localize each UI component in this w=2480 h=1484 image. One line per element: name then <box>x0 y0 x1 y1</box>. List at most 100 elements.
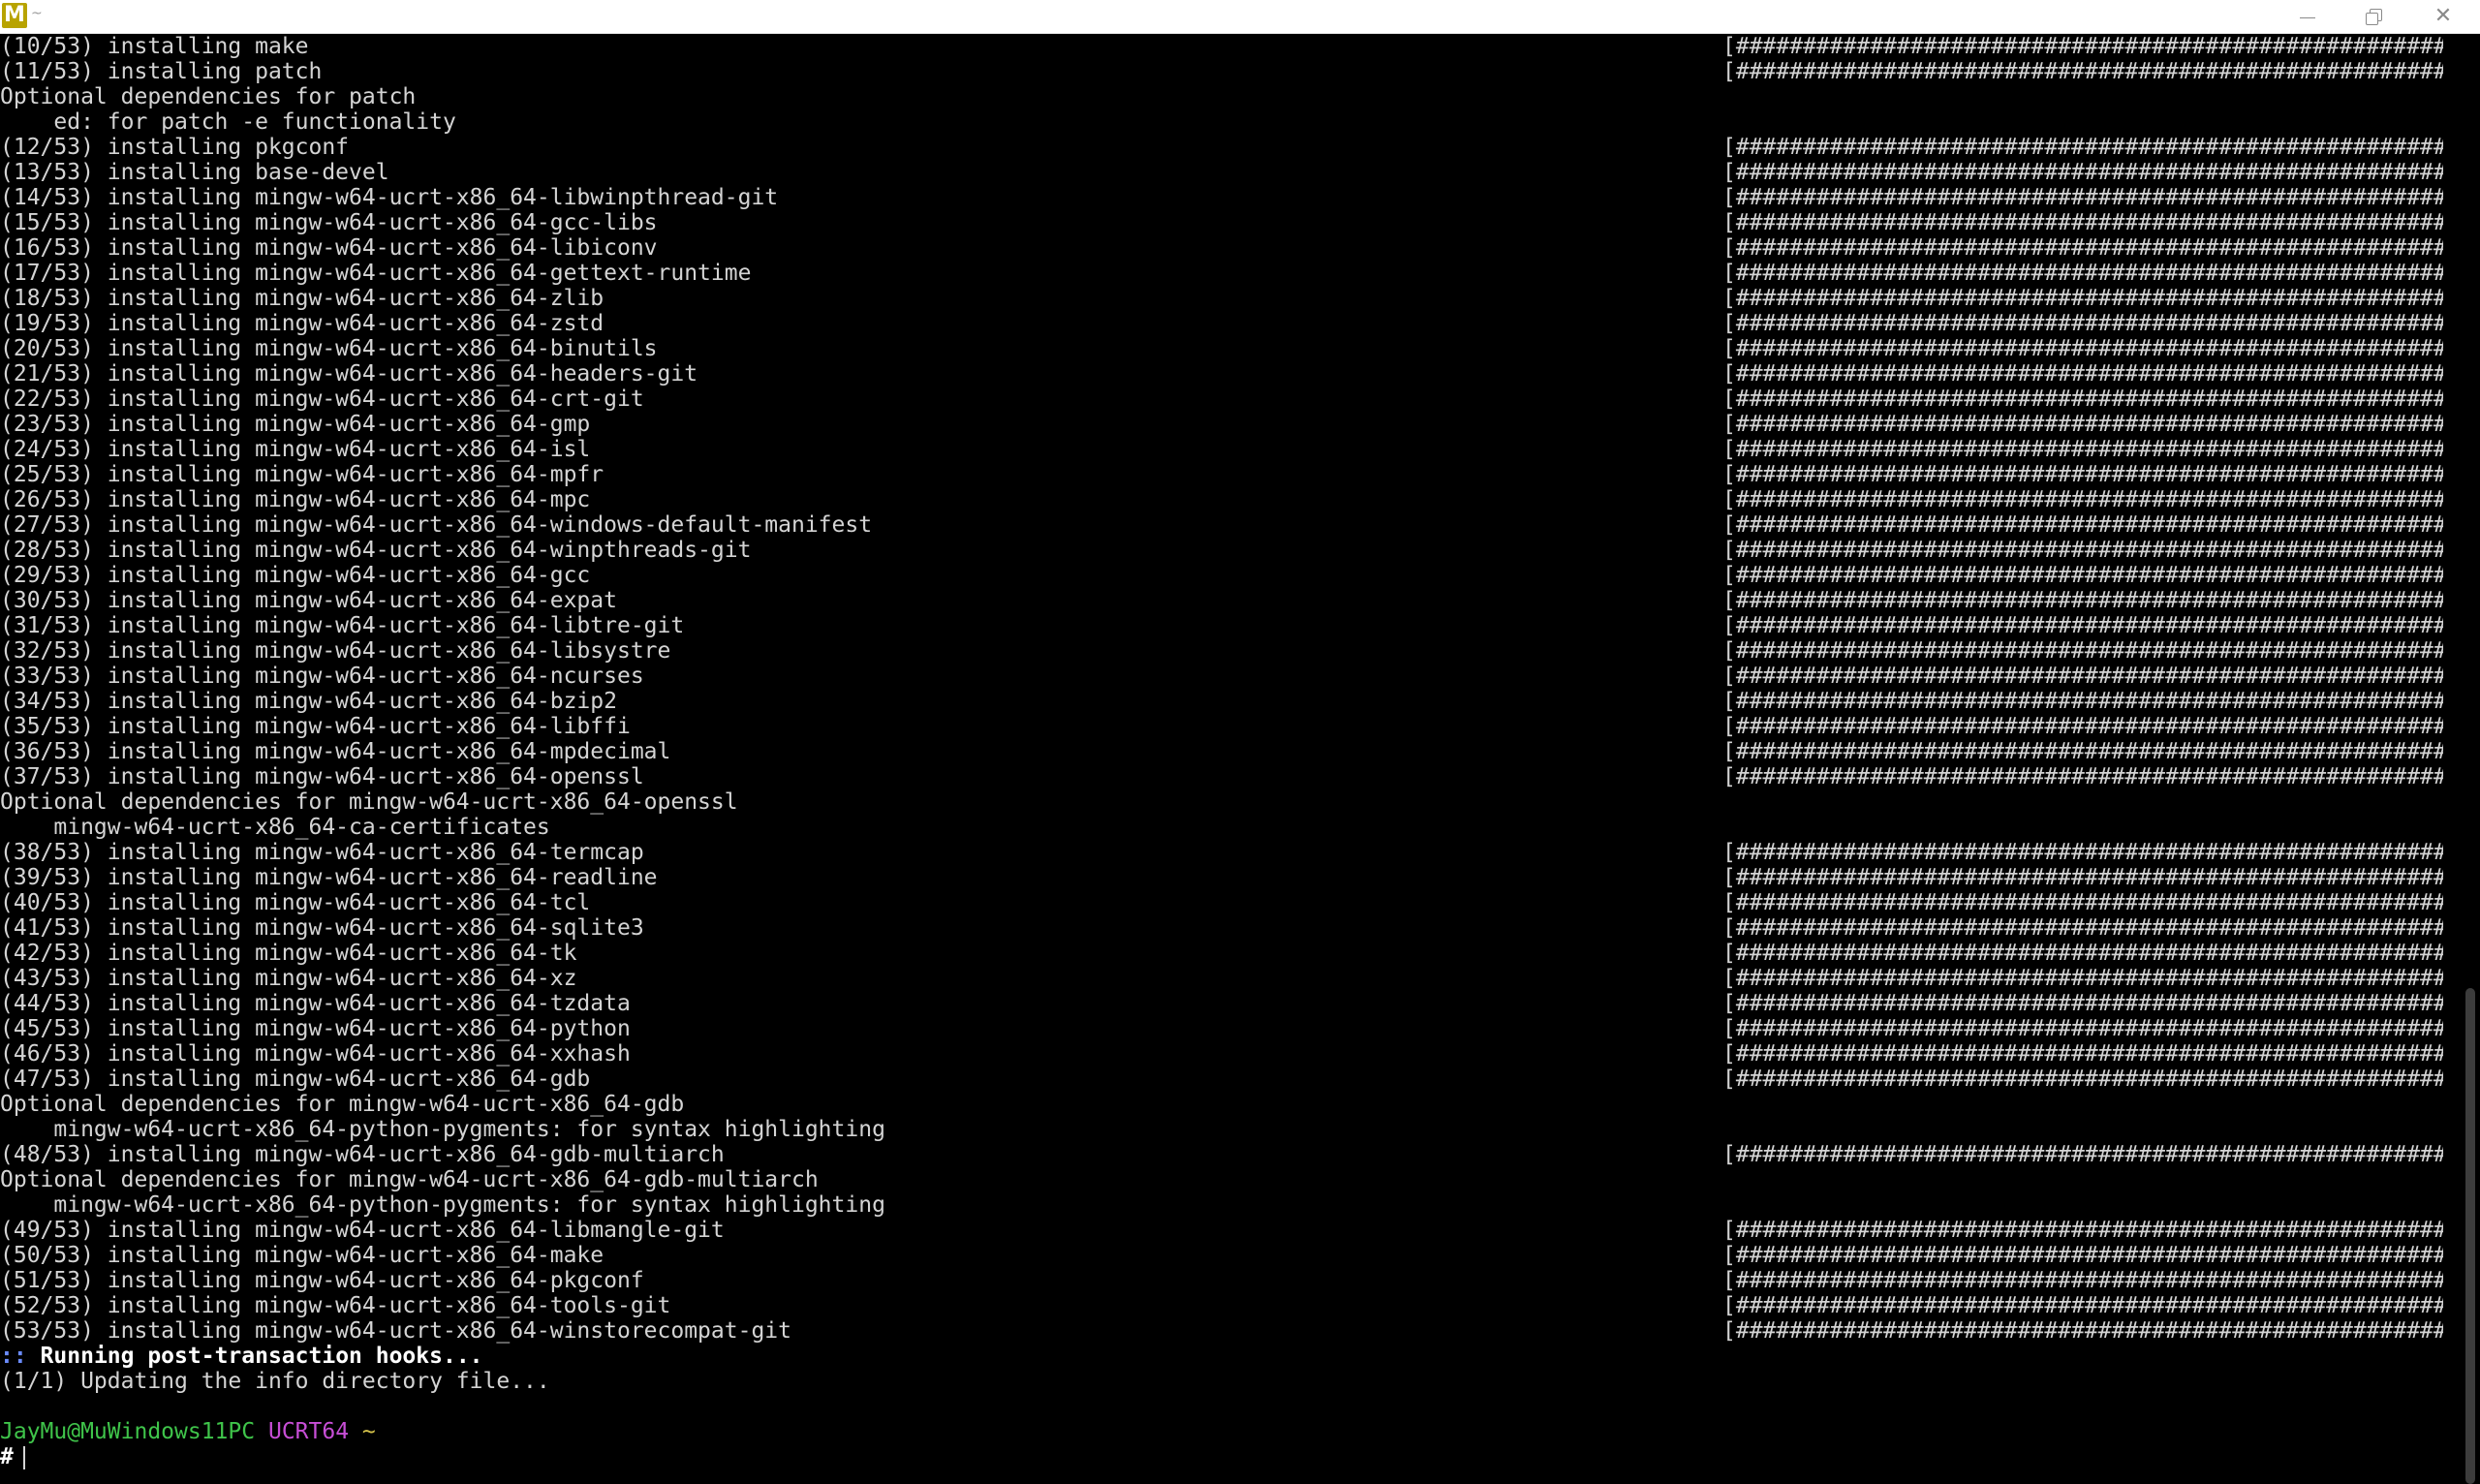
progress-bar-text: [#######################################… <box>1722 437 2443 462</box>
progress-bar-text: [#######################################… <box>1722 739 2443 764</box>
hook-step-text: (1/1) Updating the info directory file..… <box>0 1369 550 1394</box>
output-line-text: (31/53) installing mingw-w64-ucrt-x86_64… <box>0 613 685 638</box>
output-line-text: (36/53) installing mingw-w64-ucrt-x86_64… <box>0 739 671 764</box>
output-line: mingw-w64-ucrt-x86_64-ca-certificates <box>0 815 2461 840</box>
output-line: Optional dependencies for mingw-w64-ucrt… <box>0 789 2461 815</box>
output-line-text: (39/53) installing mingw-w64-ucrt-x86_64… <box>0 865 658 890</box>
output-line-text: mingw-w64-ucrt-x86_64-ca-certificates <box>0 815 550 840</box>
output-line-text: Optional dependencies for mingw-w64-ucrt… <box>0 1092 685 1117</box>
output-line-text: (51/53) installing mingw-w64-ucrt-x86_64… <box>0 1268 644 1293</box>
minimize-icon <box>2300 16 2315 18</box>
output-line: (21/53) installing mingw-w64-ucrt-x86_64… <box>0 361 2461 386</box>
app-icon-letter: M <box>4 3 25 27</box>
output-line: (17/53) installing mingw-w64-ucrt-x86_64… <box>0 261 2461 286</box>
output-line-text: (19/53) installing mingw-w64-ucrt-x86_64… <box>0 311 604 336</box>
progress-bar-text: [#######################################… <box>1722 941 2443 966</box>
progress-bar-text: [#######################################… <box>1722 1016 2443 1041</box>
output-line-text: (37/53) installing mingw-w64-ucrt-x86_64… <box>0 764 644 789</box>
command-input-line[interactable]: # <box>0 1444 2461 1469</box>
progress-bar-text: [#######################################… <box>1722 915 2443 941</box>
output-line: (18/53) installing mingw-w64-ucrt-x86_64… <box>0 286 2461 311</box>
output-line: (16/53) installing mingw-w64-ucrt-x86_64… <box>0 235 2461 261</box>
output-line: (23/53) installing mingw-w64-ucrt-x86_64… <box>0 412 2461 437</box>
progress-bar-text: [#######################################… <box>1722 160 2443 185</box>
output-line: (31/53) installing mingw-w64-ucrt-x86_64… <box>0 613 2461 638</box>
progress-bar-text: [#######################################… <box>1722 361 2443 386</box>
title-bar[interactable]: M ~ ✕ <box>0 0 2480 34</box>
output-line-text: (23/53) installing mingw-w64-ucrt-x86_64… <box>0 412 591 437</box>
output-line-text: mingw-w64-ucrt-x86_64-python-pygments: f… <box>0 1117 885 1142</box>
restore-button[interactable] <box>2340 0 2406 33</box>
progress-bar-text: [#######################################… <box>1722 412 2443 437</box>
output-line: (53/53) installing mingw-w64-ucrt-x86_64… <box>0 1318 2461 1344</box>
progress-bar-text: [#######################################… <box>1722 840 2443 865</box>
progress-bar-text: [#######################################… <box>1722 689 2443 714</box>
prompt-dir: ~ <box>361 1419 376 1444</box>
output-line: mingw-w64-ucrt-x86_64-python-pygments: f… <box>0 1192 2461 1218</box>
output-line: (46/53) installing mingw-w64-ucrt-x86_64… <box>0 1041 2461 1067</box>
output-line-text: (35/53) installing mingw-w64-ucrt-x86_64… <box>0 714 631 739</box>
output-line-text: (48/53) installing mingw-w64-ucrt-x86_64… <box>0 1142 725 1167</box>
output-line: (28/53) installing mingw-w64-ucrt-x86_64… <box>0 538 2461 563</box>
output-line-text: (17/53) installing mingw-w64-ucrt-x86_64… <box>0 261 752 286</box>
progress-bar-text: [#######################################… <box>1722 638 2443 664</box>
output-line: Optional dependencies for mingw-w64-ucrt… <box>0 1167 2461 1192</box>
progress-bar-text: [#######################################… <box>1722 1293 2443 1318</box>
progress-bar-text: [#######################################… <box>1722 664 2443 689</box>
output-line: (22/53) installing mingw-w64-ucrt-x86_64… <box>0 386 2461 412</box>
output-line-text: (13/53) installing base-devel <box>0 160 389 185</box>
progress-bar-text: [#######################################… <box>1722 613 2443 638</box>
progress-bar-text: [#######################################… <box>1722 714 2443 739</box>
output-line: (25/53) installing mingw-w64-ucrt-x86_64… <box>0 462 2461 487</box>
close-icon: ✕ <box>2434 4 2453 28</box>
progress-bar-text: [#######################################… <box>1722 261 2443 286</box>
vertical-scrollbar[interactable] <box>2461 34 2480 1484</box>
output-line: (32/53) installing mingw-w64-ucrt-x86_64… <box>0 638 2461 664</box>
progress-bar-text: [#######################################… <box>1722 311 2443 336</box>
output-line-text: (20/53) installing mingw-w64-ucrt-x86_64… <box>0 336 658 361</box>
terminal-output[interactable]: (10/53) installing make [################… <box>0 34 2461 1480</box>
output-line: (20/53) installing mingw-w64-ucrt-x86_64… <box>0 336 2461 361</box>
progress-bar-text: [#######################################… <box>1722 336 2443 361</box>
progress-bar-text: [#######################################… <box>1722 1218 2443 1243</box>
output-line: (26/53) installing mingw-w64-ucrt-x86_64… <box>0 487 2461 512</box>
progress-bar-text: [#######################################… <box>1722 34 2443 59</box>
progress-bar-text: [#######################################… <box>1722 135 2443 160</box>
prompt-symbol: # <box>0 1444 14 1469</box>
output-line: (42/53) installing mingw-w64-ucrt-x86_64… <box>0 941 2461 966</box>
progress-bar-text: [#######################################… <box>1722 991 2443 1016</box>
msys2-app-icon[interactable]: M <box>2 3 27 28</box>
progress-bar-text: [#######################################… <box>1722 1243 2443 1268</box>
hook-step-line: (1/1) Updating the info directory file..… <box>0 1369 2461 1394</box>
output-line: (34/53) installing mingw-w64-ucrt-x86_64… <box>0 689 2461 714</box>
output-line-text: (40/53) installing mingw-w64-ucrt-x86_64… <box>0 890 591 915</box>
prompt-env: UCRT64 <box>267 1419 350 1444</box>
output-line: (29/53) installing mingw-w64-ucrt-x86_64… <box>0 563 2461 588</box>
output-line: (45/53) installing mingw-w64-ucrt-x86_64… <box>0 1016 2461 1041</box>
progress-bar-text: [#######################################… <box>1722 588 2443 613</box>
output-line: (52/53) installing mingw-w64-ucrt-x86_64… <box>0 1293 2461 1318</box>
output-line-text: (46/53) installing mingw-w64-ucrt-x86_64… <box>0 1041 631 1067</box>
minimize-button[interactable] <box>2275 0 2340 33</box>
output-line: (14/53) installing mingw-w64-ucrt-x86_64… <box>0 185 2461 210</box>
output-line: (35/53) installing mingw-w64-ucrt-x86_64… <box>0 714 2461 739</box>
progress-bar-text: [#######################################… <box>1722 1318 2443 1344</box>
output-line: (40/53) installing mingw-w64-ucrt-x86_64… <box>0 890 2461 915</box>
close-button[interactable]: ✕ <box>2410 0 2476 33</box>
output-line-text: (45/53) installing mingw-w64-ucrt-x86_64… <box>0 1016 631 1041</box>
output-line: (10/53) installing make [################… <box>0 34 2461 59</box>
output-line: (47/53) installing mingw-w64-ucrt-x86_64… <box>0 1067 2461 1092</box>
progress-bar-text: [#######################################… <box>1722 764 2443 789</box>
output-line-text: (29/53) installing mingw-w64-ucrt-x86_64… <box>0 563 591 588</box>
output-line-text: (42/53) installing mingw-w64-ucrt-x86_64… <box>0 941 577 966</box>
output-line: (27/53) installing mingw-w64-ucrt-x86_64… <box>0 512 2461 538</box>
hook-prefix: :: <box>0 1344 27 1369</box>
output-line: (38/53) installing mingw-w64-ucrt-x86_64… <box>0 840 2461 865</box>
output-line-text: (53/53) installing mingw-w64-ucrt-x86_64… <box>0 1318 791 1344</box>
output-line-text: (11/53) installing patch <box>0 59 323 84</box>
progress-bar-text: [#######################################… <box>1722 59 2443 84</box>
scrollbar-thumb[interactable] <box>2465 988 2475 1484</box>
progress-bar-text: [#######################################… <box>1722 1268 2443 1293</box>
output-line-text: mingw-w64-ucrt-x86_64-python-pygments: f… <box>0 1192 885 1218</box>
